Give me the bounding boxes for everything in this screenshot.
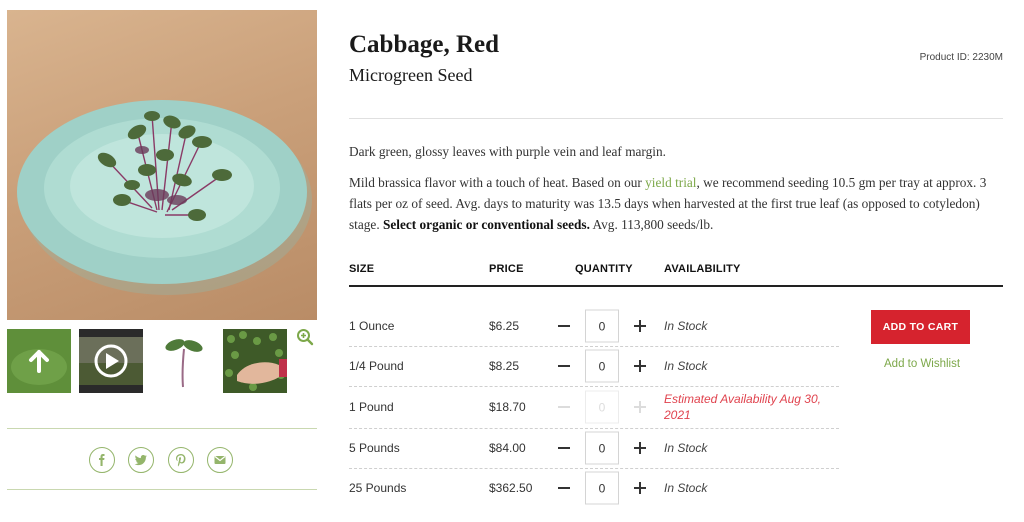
column-header-quantity: QUANTITY [575,263,633,275]
thumbnail-hand-microgreens[interactable] [223,329,287,393]
quantity-decrement-button[interactable] [558,325,570,327]
quantity-increment-button[interactable] [634,360,646,372]
product-subtitle: Microgreen Seed [349,65,473,85]
price-label: $6.25 [489,319,520,333]
quantity-input[interactable] [585,471,619,505]
share-bar [89,447,239,473]
table-row: 1 Pound $18.70 Estimated Availability Au… [349,386,839,428]
thumbnail-seedling[interactable] [151,329,215,393]
price-label: $18.70 [489,400,526,414]
zoom-in-icon[interactable] [296,328,314,346]
quantity-input[interactable] [585,349,619,383]
size-label: 25 Pounds [349,481,407,495]
email-share-button[interactable] [207,447,233,473]
availability-status: In Stock [664,319,708,333]
thumbnail-video[interactable] [79,329,143,393]
twitter-share-button[interactable] [128,447,154,473]
share-divider-bottom [7,489,317,490]
price-label: $84.00 [489,441,526,455]
facebook-icon [99,454,105,466]
column-header-price: PRICE [489,263,524,275]
quantity-increment-button[interactable] [634,482,646,494]
price-label: $8.25 [489,359,520,373]
description-summary: Dark green, glossy leaves with purple ve… [349,144,666,159]
email-icon [214,456,226,464]
availability-status: In Stock [664,359,708,373]
quantity-decrement-button[interactable] [558,487,570,489]
size-label: 5 Pounds [349,441,400,455]
thumbnail-strip [7,329,297,393]
twitter-icon [134,455,147,466]
size-label: 1 Pound [349,400,394,414]
quantity-decrement-button[interactable] [558,447,570,449]
facebook-share-button[interactable] [89,447,115,473]
price-label: $362.50 [489,481,533,495]
quantity-increment-button [634,401,646,413]
yield-trial-link[interactable]: yield trial [645,175,696,190]
add-to-cart-button[interactable]: ADD TO CART [871,310,970,344]
description-bold: Select organic or conventional seeds. [382,217,590,232]
pinterest-icon [176,454,186,467]
description-text: Mild brassica flavor with a touch of hea… [349,175,646,190]
availability-status: In Stock [664,441,708,455]
product-title: Cabbage, Red [349,31,500,58]
table-row: 5 Pounds $84.00 In Stock [349,428,839,468]
quantity-decrement-button[interactable] [558,365,570,367]
quantity-increment-button[interactable] [634,320,646,332]
description-text: Avg. 113,800 seeds/lb. [589,217,714,232]
quantity-input[interactable] [585,431,619,465]
column-header-size: SIZE [349,263,375,275]
header-divider [349,118,1003,119]
table-row: 1/4 Pound $8.25 In Stock [349,346,839,386]
product-id: Product ID: 2230M [919,52,1003,63]
table-row: 25 Pounds $362.50 In Stock [349,468,839,508]
quantity-increment-button[interactable] [634,442,646,454]
column-header-availability: AVAILABILITY [664,263,741,275]
availability-status: Estimated Availability Aug 30, 2021 [664,392,821,422]
quantity-input [585,390,619,424]
product-main-image [7,10,317,320]
table-row: 1 Ounce $6.25 In Stock [349,306,839,346]
thumbnail-scroll-up[interactable] [7,329,71,393]
quantity-input[interactable] [585,309,619,343]
size-label: 1 Ounce [349,319,395,333]
availability-status: In Stock [664,481,708,495]
description-detail: Mild brassica flavor with a touch of hea… [349,172,999,235]
size-label: 1/4 Pound [349,359,404,373]
quantity-decrement-button [558,406,570,408]
table-header-rule [349,285,1003,287]
share-divider-top [7,428,317,429]
pinterest-share-button[interactable] [168,447,194,473]
add-to-wishlist-link[interactable]: Add to Wishlist [884,358,960,370]
